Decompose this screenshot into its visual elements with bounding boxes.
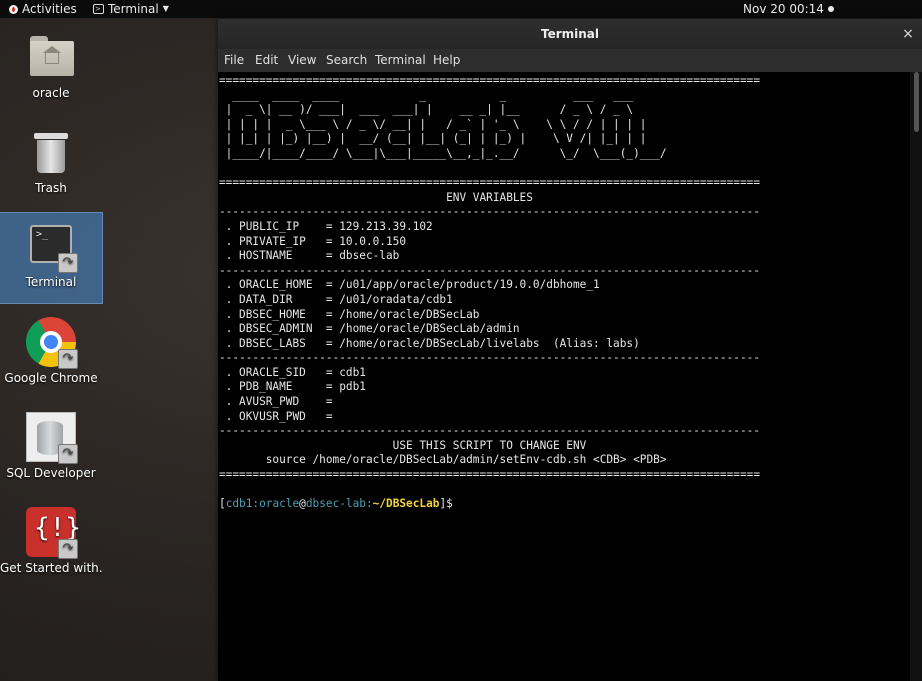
desktop-icon-label: SQL Developer: [6, 466, 96, 480]
oracle-logo-icon: [9, 4, 18, 14]
prompt-at: @: [299, 497, 306, 511]
caret-down-icon: ▼: [162, 4, 169, 13]
terminal-line: ========================================…: [219, 74, 760, 87]
close-icon[interactable]: ×: [900, 19, 916, 49]
desktop-icon-label: Google Chrome: [4, 371, 98, 385]
status-dot-icon: [827, 6, 834, 12]
terminal-line: . DBSEC_LABS = /home/oracle/DBSecLab/liv…: [219, 336, 640, 350]
menu-help[interactable]: Help: [433, 49, 460, 72]
scrollbar-thumb[interactable]: [914, 72, 919, 132]
terminal-window[interactable]: Terminal × File Edit View Search Termina…: [218, 19, 922, 681]
sql-developer-icon: ↷: [26, 412, 78, 464]
terminal-line: . HOSTNAME = dbsec-lab: [219, 249, 400, 263]
terminal-line: ----------------------------------------…: [219, 263, 760, 277]
terminal-line: . AVUSR_PWD =: [219, 395, 333, 409]
terminal-line: ENV VARIABLES: [219, 190, 533, 204]
clock-label: Nov 20 00:14: [743, 2, 824, 16]
terminal-line: . ORACLE_HOME = /u01/app/oracle/product/…: [219, 278, 600, 292]
prompt-bracket-close: ]$: [439, 497, 453, 511]
terminal-line: . DATA_DIR = /u01/oradata/cdb1: [219, 292, 453, 306]
prompt-path: ~/DBSecLab: [372, 497, 440, 511]
terminal-line: ----------------------------------------…: [219, 351, 760, 365]
shortcut-arrow-icon: ↷: [58, 253, 78, 273]
menu-edit[interactable]: Edit: [255, 49, 278, 72]
desktop-icon-label: Terminal: [25, 275, 77, 289]
desktop-icon-google-chrome[interactable]: ↷ Google Chrome: [0, 309, 102, 399]
clock[interactable]: Nov 20 00:14: [743, 0, 834, 18]
chrome-icon: ↷: [26, 317, 78, 369]
terminal-line: . DBSEC_HOME = /home/oracle/DBSecLab: [219, 307, 480, 321]
home-folder-icon: [26, 32, 76, 82]
terminal-line: . ORACLE_SID = cdb1: [219, 365, 366, 379]
terminal-line: ----------------------------------------…: [219, 424, 760, 438]
desktop-icon-label: Get Started with...: [0, 561, 102, 575]
window-title: Terminal: [540, 27, 600, 41]
terminal-line: . PDB_NAME = pdb1: [219, 380, 366, 394]
terminal-icon: >_ ↷: [26, 221, 78, 273]
menu-terminal[interactable]: Terminal: [375, 49, 426, 72]
desktop-icon-label: oracle: [32, 86, 70, 100]
terminal-line: ----------------------------------------…: [219, 205, 760, 219]
desktop-icon-get-started[interactable]: {!} ↷ Get Started with...: [0, 499, 102, 589]
terminal-line: ========================================…: [219, 468, 760, 482]
terminal-line: | |_| | |_) |__) | __/ (__| |__| (_| | |…: [219, 132, 647, 146]
menu-search[interactable]: Search: [326, 49, 367, 72]
menu-bar: File Edit View Search Terminal Help: [218, 49, 922, 72]
desktop-icon-terminal[interactable]: >_ ↷ Terminal: [0, 212, 103, 304]
terminal-line: . DBSEC_ADMIN = /home/oracle/DBSecLab/ad…: [219, 322, 520, 336]
activities-button[interactable]: Activities: [9, 0, 77, 18]
terminal-output[interactable]: ========================================…: [218, 72, 909, 681]
desktop-icon-label: Trash: [35, 181, 67, 195]
terminal-line: |____/|____/____/ \___|\___|_____\__,_|_…: [219, 146, 667, 160]
terminal-line: . PRIVATE_IP = 10.0.0.150: [219, 234, 407, 248]
desktop-icon-sql-developer[interactable]: ↷ SQL Developer: [0, 404, 102, 494]
prompt-host: dbsec-lab:: [305, 497, 373, 511]
shortcut-arrow-icon: ↷: [58, 539, 78, 559]
terminal-line: . OKVUSR_PWD =: [219, 409, 333, 423]
terminal-line: ____ ____ ____ _ _ ___ ___: [219, 88, 634, 102]
menu-file[interactable]: File: [224, 49, 244, 72]
terminal-line: source /home/oracle/DBSecLab/admin/setEn…: [219, 453, 667, 467]
desktop-icon-oracle-home[interactable]: oracle: [0, 24, 102, 114]
trash-icon: [26, 127, 76, 177]
prompt-bracket-open: [: [219, 497, 226, 511]
scrollbar[interactable]: [910, 72, 922, 681]
terminal-line: ========================================…: [219, 176, 760, 190]
window-titlebar[interactable]: Terminal ×: [218, 19, 922, 49]
get-started-icon: {!} ↷: [26, 507, 81, 559]
terminal-line: . PUBLIC_IP = 129.213.39.102: [219, 219, 433, 233]
prompt-user: cdb1:oracle: [225, 497, 300, 511]
terminal-app-icon: [93, 0, 104, 18]
terminal-line: | | | | _ \___ \ / _ \/ __| | / _` | '_ …: [219, 117, 647, 131]
shortcut-arrow-icon: ↷: [58, 444, 78, 464]
app-menu-terminal[interactable]: Terminal ▼: [93, 0, 169, 18]
top-bar: Activities Terminal ▼ Nov 20 00:14: [0, 0, 922, 18]
terminal-line: USE THIS SCRIPT TO CHANGE ENV: [219, 438, 587, 452]
shortcut-arrow-icon: ↷: [58, 349, 78, 369]
terminal-line: | _ \| __ )/ ___| ___ ___| | __ _| |__ /…: [219, 103, 634, 117]
app-menu-label: Terminal: [108, 2, 159, 16]
activities-label: Activities: [22, 2, 77, 16]
shell-prompt: [cdb1:oracle@dbsec-lab:~/DBSecLab]$: [219, 497, 453, 510]
menu-view[interactable]: View: [288, 49, 316, 72]
desktop-icon-trash[interactable]: Trash: [0, 119, 102, 209]
